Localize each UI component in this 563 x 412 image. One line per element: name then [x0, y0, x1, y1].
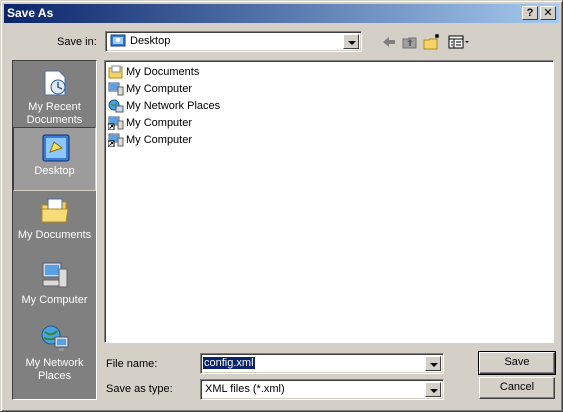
place-label-line1: My Recent	[28, 101, 81, 113]
place-my-computer[interactable]: My Computer	[13, 255, 96, 319]
file-name: My Computer	[126, 117, 193, 129]
file-name-field[interactable]: config.xml	[200, 353, 444, 374]
file-name-value: config.xml	[203, 357, 255, 369]
my-documents-icon	[41, 198, 69, 223]
save-in-dropdown-button[interactable]	[343, 34, 359, 49]
save-as-type-dropdown-button[interactable]	[425, 382, 441, 397]
computer-shortcut-icon	[108, 133, 124, 147]
desktop-small-icon	[110, 34, 126, 47]
close-button[interactable]: ✕	[540, 6, 556, 20]
save-button[interactable]: Save	[478, 351, 556, 375]
up-folder-icon[interactable]	[400, 33, 420, 51]
window-title: Save As	[7, 6, 54, 20]
save-in-combo[interactable]: Desktop	[105, 31, 362, 52]
cancel-button[interactable]: Cancel	[479, 377, 555, 399]
save-as-type-select[interactable]: XML files (*.xml)	[200, 379, 444, 400]
place-my-recent-documents[interactable]: My Recent Documents	[13, 63, 96, 127]
computer-shortcut-icon	[108, 116, 124, 130]
folder-icon	[108, 65, 123, 79]
recent-documents-icon	[44, 70, 66, 96]
title-bar[interactable]: Save As ? ✕	[4, 4, 559, 23]
place-desktop[interactable]: Desktop	[13, 127, 96, 191]
desktop-icon	[42, 134, 70, 162]
views-menu-icon[interactable]	[447, 33, 471, 51]
save-as-type-value: XML files (*.xml)	[205, 383, 285, 395]
network-places-icon	[41, 325, 69, 351]
file-name-dropdown-button[interactable]	[425, 356, 441, 371]
place-label-line1: My Documents	[17, 229, 92, 241]
save-in-label: Save in:	[57, 36, 97, 48]
place-label-line1: My Network	[25, 357, 84, 369]
save-as-type-label: Save as type:	[106, 383, 173, 395]
help-button[interactable]: ?	[522, 6, 538, 20]
place-label-line2: Documents	[26, 114, 83, 126]
places-bar: My Recent Documents Desktop My Documents	[12, 60, 97, 400]
file-name: My Computer	[126, 134, 193, 146]
file-list[interactable]: My Documents My Computer My Network Plac…	[104, 60, 554, 343]
place-my-documents[interactable]: My Documents	[13, 191, 96, 255]
place-label-line2: Places	[37, 370, 72, 382]
file-name: My Documents	[126, 66, 200, 78]
place-label-line1: Desktop	[34, 165, 75, 177]
save-in-value: Desktop	[130, 35, 171, 47]
file-name: My Computer	[126, 83, 193, 95]
network-icon	[108, 99, 124, 113]
back-icon[interactable]	[379, 33, 399, 51]
place-label-line1: My Computer	[21, 294, 88, 306]
file-name: My Network Places	[126, 100, 221, 112]
computer-icon	[108, 82, 124, 96]
my-computer-icon	[42, 262, 68, 288]
save-as-dialog: Save As ? ✕ Save in: Desktop My Recent D…	[0, 0, 563, 412]
place-my-network-places[interactable]: My Network Places	[13, 319, 96, 383]
file-name-label: File name:	[106, 358, 158, 370]
new-folder-icon[interactable]	[422, 33, 442, 51]
